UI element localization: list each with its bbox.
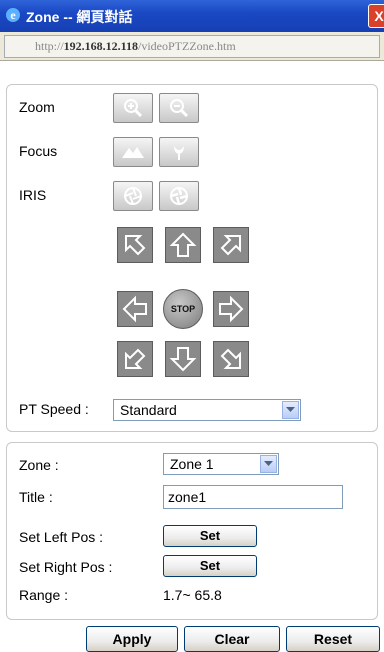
iris-close-button[interactable] (159, 181, 199, 211)
set-left-button[interactable]: Set (163, 525, 257, 547)
arrow-left-icon (122, 295, 147, 323)
focus-far-button[interactable] (113, 137, 153, 167)
zoom-out-button[interactable] (159, 93, 199, 123)
down-button[interactable] (165, 341, 201, 377)
set-left-pos-label: Set Left Pos : (19, 529, 104, 545)
up-right-button[interactable] (213, 227, 249, 263)
window-title: Zone -- 網頁對話 (26, 9, 133, 25)
iris-close-icon (170, 187, 188, 205)
address-bar: http://192.168.12.118/videoPTZZone.htm (0, 32, 384, 61)
zone-select[interactable]: Zone 1 (163, 453, 279, 475)
focus-label: Focus (19, 143, 58, 159)
arrow-down-right-icon (220, 348, 241, 369)
address-prefix: http:// (35, 39, 64, 53)
range-value: 1.7~ 65.8 (163, 587, 222, 603)
range-label: Range : (19, 587, 69, 603)
zoom-label: Zoom (19, 99, 55, 115)
flower-icon (174, 146, 184, 160)
arrow-right-icon (219, 295, 244, 323)
set-right-button[interactable]: Set (163, 555, 257, 577)
close-button[interactable]: X (368, 4, 384, 28)
ptz-panel: Zoom Focus IRIS STOP PT Speed: Standard (6, 84, 378, 432)
arrow-down-left-icon (125, 348, 146, 369)
address-field: http://192.168.12.118/videoPTZZone.htm (4, 35, 380, 58)
chevron-down-icon (260, 455, 277, 473)
arrow-up-left-icon (125, 235, 146, 256)
arrow-up-icon (169, 232, 197, 257)
zoom-in-button[interactable] (113, 93, 153, 123)
focus-near-button[interactable] (159, 137, 199, 167)
down-right-button[interactable] (213, 341, 249, 377)
apply-button[interactable]: Apply (86, 626, 178, 652)
set-right-pos-label: Set Right Pos : (19, 559, 113, 575)
zoom-in-icon (124, 99, 143, 118)
iris-label: IRIS (19, 187, 47, 203)
pt-speed-select[interactable]: Standard (113, 399, 301, 421)
ie-icon: e (6, 8, 20, 22)
title-bar: e Zone -- 網頁對話 X (0, 0, 384, 32)
title-input[interactable]: zone1 (163, 485, 343, 509)
clear-button[interactable]: Clear (184, 626, 280, 652)
iris-open-icon (124, 187, 142, 205)
up-left-button[interactable] (117, 227, 153, 263)
down-left-button[interactable] (117, 341, 153, 377)
address-path: /videoPTZZone.htm (138, 39, 236, 53)
mountain-icon (122, 147, 144, 158)
stop-button[interactable]: STOP (163, 289, 203, 329)
right-button[interactable] (213, 291, 249, 327)
address-host: 192.168.12.118 (63, 39, 139, 53)
zone-value: Zone 1 (170, 456, 214, 472)
zone-panel: Zone : Zone 1 Title : zone1 Set Left Pos… (6, 442, 378, 620)
zone-label: Zone : (19, 457, 59, 473)
pt-speed-label: PT Speed : (19, 401, 89, 417)
title-label: Title : (19, 489, 53, 505)
left-button[interactable] (117, 291, 153, 327)
up-button[interactable] (165, 227, 201, 263)
pt-speed-value: Standard (120, 402, 177, 418)
reset-button[interactable]: Reset (286, 626, 380, 652)
chevron-down-icon (282, 401, 299, 419)
arrow-down-icon (169, 347, 197, 372)
zoom-out-icon (170, 99, 189, 118)
iris-open-button[interactable] (113, 181, 153, 211)
arrow-up-right-icon (220, 235, 241, 256)
